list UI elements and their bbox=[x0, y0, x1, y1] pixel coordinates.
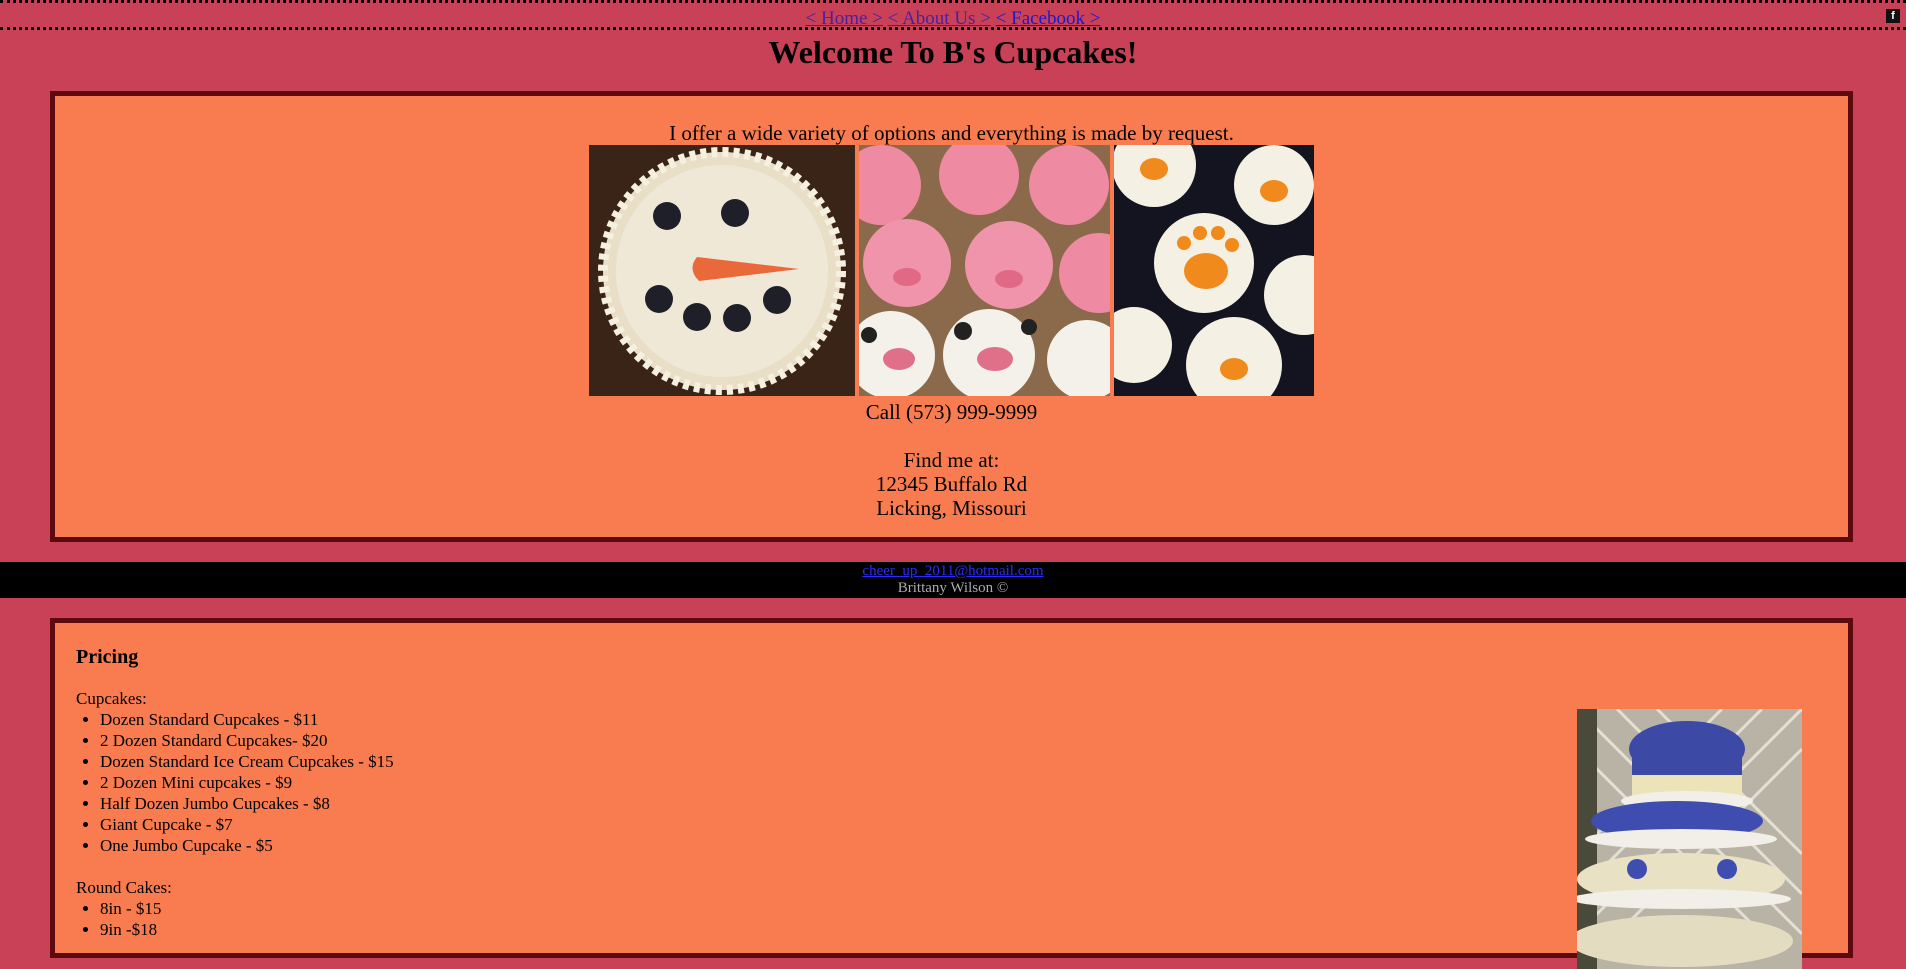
list-item: Giant Cupcake - $7 bbox=[100, 814, 394, 835]
photo-row bbox=[55, 145, 1848, 396]
snowman-cake-photo bbox=[589, 145, 855, 396]
street-address: 12345 Buffalo Rd bbox=[875, 472, 1028, 496]
tiered-cupcake-stand-photo bbox=[1577, 709, 1802, 969]
page-title: Welcome To B's Cupcakes! bbox=[768, 34, 1138, 70]
contact-info: Call (573) 999-9999 Find me at: 12345 Bu… bbox=[55, 400, 1848, 520]
copyright-credit: Brittany Wilson © bbox=[897, 580, 1009, 596]
list-item: Dozen Standard Ice Cream Cupcakes - $15 bbox=[100, 751, 394, 772]
city-state: Licking, Missouri bbox=[876, 496, 1027, 520]
list-item: One Jumbo Cupcake - $5 bbox=[100, 835, 394, 856]
nav-about-link[interactable]: < About Us > bbox=[888, 8, 991, 29]
cupcake-price-list: Dozen Standard Cupcakes - $11 2 Dozen St… bbox=[76, 709, 394, 856]
email-link[interactable]: cheer_up_2011@hotmail.com bbox=[0, 562, 1906, 580]
cupcakes-label: Cupcakes: bbox=[76, 689, 147, 708]
phone-text: Call (573) 999-9999 bbox=[865, 400, 1038, 424]
round-cake-price-list: 8in - $15 9in -$18 bbox=[76, 898, 394, 940]
list-item: Dozen Standard Cupcakes - $11 bbox=[100, 709, 394, 730]
paw-print-cupcakes-photo bbox=[1114, 145, 1314, 396]
nav-home-link[interactable]: < Home > bbox=[806, 8, 883, 29]
facebook-icon[interactable]: f bbox=[1886, 9, 1900, 23]
list-item: 2 Dozen Mini cupcakes - $9 bbox=[100, 772, 394, 793]
footer-bar: cheer_up_2011@hotmail.com Brittany Wilso… bbox=[0, 562, 1906, 598]
pig-cow-cupcakes-photo bbox=[859, 145, 1110, 396]
intro-panel: I offer a wide variety of options and ev… bbox=[50, 91, 1853, 542]
pricing-panel: Pricing Cupcakes: Dozen Standard Cupcake… bbox=[50, 618, 1853, 969]
list-item: 9in -$18 bbox=[100, 919, 394, 940]
find-me-label: Find me at: bbox=[903, 448, 1000, 472]
list-item: 2 Dozen Standard Cupcakes- $20 bbox=[100, 730, 394, 751]
list-item: 8in - $15 bbox=[100, 898, 394, 919]
nav-facebook-link[interactable]: < Facebook > bbox=[996, 8, 1101, 29]
intro-text: I offer a wide variety of options and ev… bbox=[669, 121, 1234, 145]
list-item: Half Dozen Jumbo Cupcakes - $8 bbox=[100, 793, 394, 814]
pricing-heading: Pricing bbox=[76, 646, 139, 668]
round-cakes-label: Round Cakes: bbox=[76, 878, 172, 897]
pricing-section: Pricing Cupcakes: Dozen Standard Cupcake… bbox=[76, 645, 394, 940]
top-nav: < Home > < About Us > < Facebook > f bbox=[0, 0, 1906, 30]
